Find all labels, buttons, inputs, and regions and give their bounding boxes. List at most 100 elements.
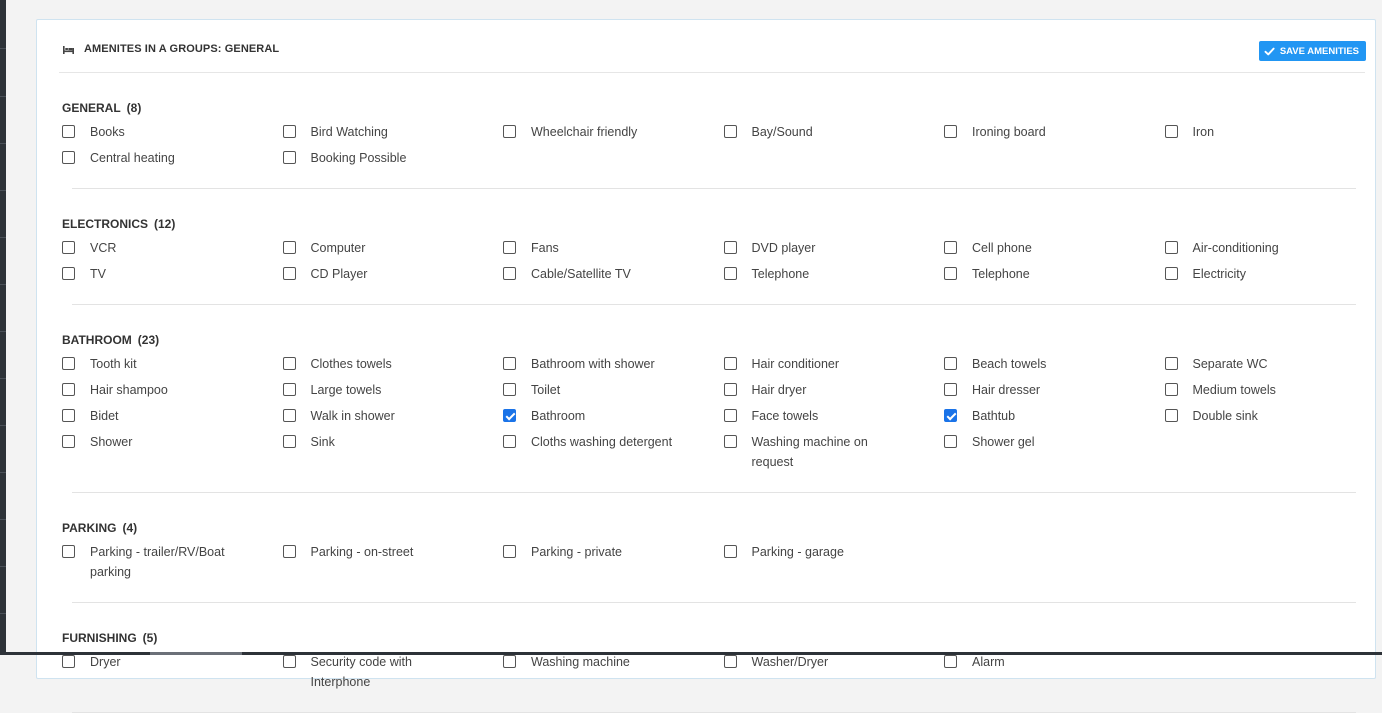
amenity-checkbox[interactable] (503, 409, 516, 422)
amenity-item[interactable]: Books (62, 122, 283, 142)
amenity-checkbox[interactable] (724, 435, 737, 448)
amenity-item[interactable]: CD Player (283, 264, 504, 284)
amenity-item[interactable]: Washer/Dryer (724, 652, 945, 692)
amenity-item[interactable]: Walk in shower (283, 406, 504, 426)
amenity-item[interactable]: Washing machine (503, 652, 724, 692)
amenity-item[interactable]: Bathtub (944, 406, 1165, 426)
amenity-item[interactable]: Bird Watching (283, 122, 504, 142)
amenity-checkbox[interactable] (944, 383, 957, 396)
amenity-checkbox[interactable] (503, 241, 516, 254)
amenity-item[interactable]: Washing machine on request (724, 432, 945, 472)
amenity-checkbox[interactable] (283, 151, 296, 164)
amenity-item[interactable]: Wheelchair friendly (503, 122, 724, 142)
amenity-checkbox[interactable] (283, 241, 296, 254)
amenity-item[interactable]: Alarm (944, 652, 1165, 692)
amenity-checkbox[interactable] (62, 545, 75, 558)
amenity-checkbox[interactable] (503, 267, 516, 280)
amenity-checkbox[interactable] (62, 267, 75, 280)
amenity-item[interactable]: Double sink (1165, 406, 1382, 426)
amenity-checkbox[interactable] (724, 409, 737, 422)
amenity-item[interactable]: Bathroom with shower (503, 354, 724, 374)
amenity-checkbox[interactable] (62, 125, 75, 138)
amenity-checkbox[interactable] (724, 125, 737, 138)
amenity-item[interactable]: Ironing board (944, 122, 1165, 142)
amenity-checkbox[interactable] (724, 357, 737, 370)
amenity-item[interactable]: Face towels (724, 406, 945, 426)
amenity-checkbox[interactable] (503, 655, 516, 668)
amenity-checkbox[interactable] (724, 267, 737, 280)
amenity-item[interactable]: Bidet (62, 406, 283, 426)
amenity-item[interactable]: Clothes towels (283, 354, 504, 374)
amenity-item[interactable]: Telephone (944, 264, 1165, 284)
amenity-item[interactable]: Parking - garage (724, 542, 945, 582)
amenity-checkbox[interactable] (724, 241, 737, 254)
amenity-checkbox[interactable] (503, 383, 516, 396)
amenity-checkbox[interactable] (283, 267, 296, 280)
amenity-checkbox[interactable] (503, 357, 516, 370)
amenity-checkbox[interactable] (1165, 383, 1178, 396)
amenity-item[interactable]: Tooth kit (62, 354, 283, 374)
amenity-checkbox[interactable] (944, 357, 957, 370)
amenity-item[interactable]: Iron (1165, 122, 1382, 142)
amenity-item[interactable]: Toilet (503, 380, 724, 400)
amenity-item[interactable]: DVD player (724, 238, 945, 258)
amenity-checkbox[interactable] (1165, 241, 1178, 254)
amenity-item[interactable]: Sink (283, 432, 504, 472)
amenity-item[interactable]: Fans (503, 238, 724, 258)
amenity-item[interactable]: Air-conditioning (1165, 238, 1382, 258)
amenity-checkbox[interactable] (62, 435, 75, 448)
amenity-checkbox[interactable] (944, 267, 957, 280)
amenity-checkbox[interactable] (1165, 357, 1178, 370)
amenity-checkbox[interactable] (944, 435, 957, 448)
amenity-checkbox[interactable] (283, 383, 296, 396)
amenity-item[interactable]: Hair conditioner (724, 354, 945, 374)
amenity-item[interactable]: Security code with Interphone (283, 652, 504, 692)
amenity-item[interactable]: Hair shampoo (62, 380, 283, 400)
amenity-checkbox[interactable] (62, 383, 75, 396)
amenity-item[interactable]: Booking Possible (283, 148, 504, 168)
amenity-item[interactable]: Electricity (1165, 264, 1382, 284)
amenity-checkbox[interactable] (283, 409, 296, 422)
amenity-item[interactable]: Beach towels (944, 354, 1165, 374)
amenity-item[interactable]: Parking - private (503, 542, 724, 582)
save-amenities-button[interactable]: SAVE AMENITIES (1259, 41, 1366, 61)
amenity-checkbox[interactable] (62, 241, 75, 254)
amenity-item[interactable]: Cell phone (944, 238, 1165, 258)
amenity-item[interactable]: Hair dryer (724, 380, 945, 400)
amenity-item[interactable]: Cable/Satellite TV (503, 264, 724, 284)
amenity-checkbox[interactable] (62, 409, 75, 422)
amenity-checkbox[interactable] (944, 655, 957, 668)
amenity-checkbox[interactable] (283, 357, 296, 370)
amenity-item[interactable]: Telephone (724, 264, 945, 284)
amenity-checkbox[interactable] (944, 409, 957, 422)
amenity-checkbox[interactable] (62, 655, 75, 668)
amenity-item[interactable]: Parking - trailer/RV/Boat parking (62, 542, 283, 582)
amenity-item[interactable]: Shower gel (944, 432, 1165, 472)
amenity-item[interactable]: Bay/Sound (724, 122, 945, 142)
amenity-item[interactable]: Cloths washing detergent (503, 432, 724, 472)
amenity-checkbox[interactable] (944, 125, 957, 138)
amenity-checkbox[interactable] (1165, 409, 1178, 422)
amenity-item[interactable]: Parking - on-street (283, 542, 504, 582)
amenity-checkbox[interactable] (1165, 267, 1178, 280)
amenity-checkbox[interactable] (283, 435, 296, 448)
amenity-checkbox[interactable] (944, 241, 957, 254)
amenity-item[interactable]: Hair dresser (944, 380, 1165, 400)
amenity-item[interactable]: Medium towels (1165, 380, 1382, 400)
amenity-checkbox[interactable] (283, 655, 296, 668)
amenity-item[interactable]: TV (62, 264, 283, 284)
amenity-checkbox[interactable] (62, 151, 75, 164)
amenity-checkbox[interactable] (503, 125, 516, 138)
amenity-item[interactable]: Shower (62, 432, 283, 472)
amenity-checkbox[interactable] (283, 125, 296, 138)
amenity-item[interactable]: Separate WC (1165, 354, 1382, 374)
amenity-item[interactable]: Bathroom (503, 406, 724, 426)
amenity-item[interactable]: Computer (283, 238, 504, 258)
amenity-item[interactable]: Central heating (62, 148, 283, 168)
amenity-item[interactable]: Dryer (62, 652, 283, 692)
amenity-checkbox[interactable] (724, 545, 737, 558)
amenity-checkbox[interactable] (724, 655, 737, 668)
amenity-checkbox[interactable] (503, 545, 516, 558)
amenity-checkbox[interactable] (1165, 125, 1178, 138)
amenity-item[interactable]: VCR (62, 238, 283, 258)
